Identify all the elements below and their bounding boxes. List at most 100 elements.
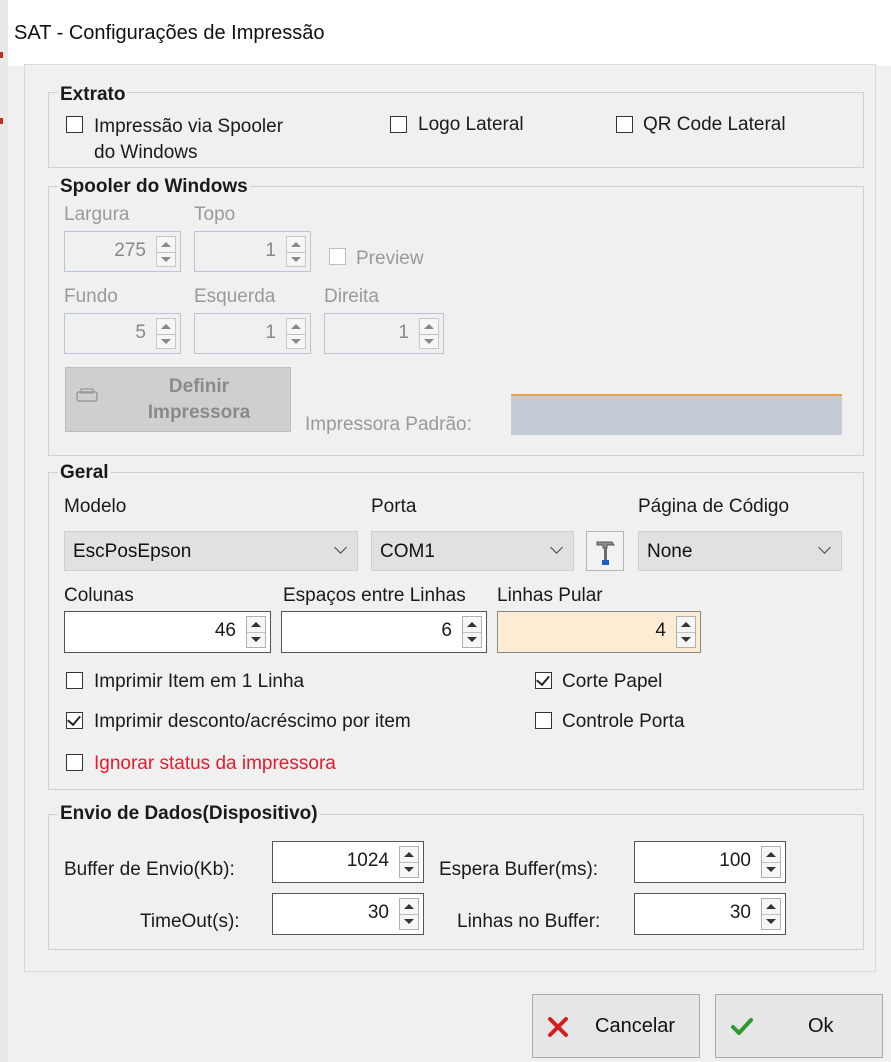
printer-icon — [76, 388, 98, 402]
spin-down-icon — [404, 919, 414, 924]
direita-spin-buttons[interactable] — [419, 318, 439, 349]
porta-label: Porta — [371, 496, 417, 517]
cancel-label: Cancelar — [595, 1015, 676, 1037]
linhas-buffer-value: 30 — [729, 902, 751, 923]
topo-label: Topo — [194, 204, 236, 225]
linhas-buffer-label: Linhas no Buffer: — [457, 911, 601, 932]
modelo-select[interactable]: EscPosEpson — [64, 531, 358, 571]
definir-impressora-button[interactable]: Definir Impressora — [65, 367, 291, 432]
topo-spin-buttons[interactable] — [286, 236, 306, 267]
spin-up-icon — [291, 242, 301, 247]
timeout-value: 30 — [367, 902, 389, 923]
spooler-checkbox[interactable] — [66, 116, 83, 133]
desconto-label[interactable]: Imprimir desconto/acréscimo por item — [94, 711, 411, 733]
spin-up-icon — [766, 852, 776, 857]
preview-checkbox[interactable] — [329, 248, 346, 265]
colunas-label: Colunas — [64, 585, 134, 606]
buffer-envio-spin-buttons[interactable] — [399, 846, 419, 878]
ok-button[interactable]: Ok — [715, 994, 883, 1058]
direita-stepper[interactable]: 1 — [324, 313, 444, 354]
spin-down-icon — [681, 637, 691, 642]
ignorar-status-label[interactable]: Ignorar status da impressora — [94, 753, 336, 775]
geral-label: Geral — [58, 462, 111, 484]
spin-down-icon — [404, 867, 414, 872]
spin-up-icon — [404, 904, 414, 909]
checkmark-icon — [731, 1018, 753, 1035]
esquerda-stepper[interactable]: 1 — [194, 313, 311, 354]
spin-down-icon — [161, 338, 171, 344]
extrato-label: Extrato — [58, 84, 128, 106]
espacos-stepper[interactable]: 6 — [281, 611, 487, 653]
logo-lateral-label[interactable]: Logo Lateral — [418, 114, 524, 136]
desconto-checkbox[interactable] — [66, 711, 83, 729]
spin-up-icon — [161, 324, 171, 329]
colunas-value: 46 — [214, 620, 236, 641]
spin-down-icon — [161, 256, 171, 262]
espera-buffer-value: 100 — [719, 850, 751, 871]
esquerda-value: 1 — [265, 322, 276, 343]
pagina-codigo-value: None — [647, 541, 693, 562]
espera-buffer-stepper[interactable]: 100 — [634, 841, 786, 883]
logo-lateral-checkbox[interactable] — [390, 116, 407, 133]
espacos-spin-buttons[interactable] — [462, 616, 482, 648]
qr-lateral-label[interactable]: QR Code Lateral — [643, 114, 786, 136]
spin-up-icon — [424, 324, 434, 329]
spooler-checkbox-label[interactable]: Impressão via Spooler do Windows — [94, 114, 283, 166]
fundo-spin-buttons[interactable] — [156, 318, 176, 349]
spin-up-icon — [404, 852, 414, 857]
ok-label: Ok — [808, 1015, 834, 1037]
buffer-envio-stepper[interactable]: 1024 — [272, 841, 424, 883]
espera-buffer-label: Espera Buffer(ms): — [439, 859, 599, 880]
buffer-envio-value: 1024 — [346, 850, 389, 871]
fundo-stepper[interactable]: 5 — [64, 313, 181, 354]
linhas-pular-spin-buttons[interactable] — [676, 616, 696, 648]
definir-line2: Impressora — [147, 402, 251, 423]
timeout-stepper[interactable]: 30 — [272, 893, 424, 935]
item-1-linha-label[interactable]: Imprimir Item em 1 Linha — [94, 671, 304, 693]
corte-papel-checkbox[interactable] — [535, 671, 552, 689]
porta-value: COM1 — [380, 541, 435, 562]
impressora-padrao-label: Impressora Padrão: — [305, 414, 472, 435]
spooler-label-line2: do Windows — [94, 142, 198, 163]
background-marker — [0, 118, 3, 124]
pagina-codigo-select[interactable]: None — [638, 531, 842, 571]
largura-stepper[interactable]: 275 — [64, 231, 181, 272]
espera-buffer-spin-buttons[interactable] — [761, 846, 781, 878]
ignorar-status-checkbox[interactable] — [66, 754, 83, 771]
porta-select[interactable]: COM1 — [371, 531, 574, 571]
qr-lateral-checkbox[interactable] — [616, 116, 633, 133]
largura-spin-buttons[interactable] — [156, 236, 176, 267]
linhas-pular-value: 4 — [655, 620, 666, 641]
corte-papel-label[interactable]: Corte Papel — [562, 671, 662, 693]
direita-value: 1 — [398, 322, 409, 343]
preview-label[interactable]: Preview — [356, 248, 424, 270]
fundo-label: Fundo — [64, 286, 118, 307]
envio-label: Envio de Dados(Dispositivo) — [58, 803, 320, 825]
cancel-button[interactable]: Cancelar — [532, 994, 700, 1058]
spin-up-icon — [467, 622, 477, 627]
esquerda-spin-buttons[interactable] — [286, 318, 306, 349]
spin-up-icon — [161, 242, 171, 247]
largura-value: 275 — [114, 240, 146, 261]
controle-porta-label[interactable]: Controle Porta — [562, 711, 685, 733]
linhas-pular-stepper[interactable]: 4 — [497, 611, 701, 653]
linhas-buffer-stepper[interactable]: 30 — [634, 893, 786, 935]
topo-stepper[interactable]: 1 — [194, 231, 311, 272]
definir-impressora-label: Definir Impressora — [124, 374, 274, 426]
controle-porta-checkbox[interactable] — [535, 712, 552, 729]
spin-down-icon — [766, 867, 776, 872]
linhas-pular-label: Linhas Pular — [497, 585, 603, 606]
definir-line1: Definir — [168, 376, 230, 397]
colunas-spin-buttons[interactable] — [246, 616, 266, 648]
item-1-linha-checkbox[interactable] — [66, 672, 83, 689]
spin-down-icon — [291, 256, 301, 262]
esquerda-label: Esquerda — [194, 286, 276, 307]
timeout-spin-buttons[interactable] — [399, 898, 419, 930]
timeout-label: TimeOut(s): — [140, 911, 240, 932]
chevron-down-icon — [818, 541, 831, 554]
colunas-stepper[interactable]: 46 — [64, 611, 271, 653]
linhas-buffer-spin-buttons[interactable] — [761, 898, 781, 930]
configure-port-button[interactable] — [586, 531, 624, 571]
chevron-down-icon — [334, 541, 347, 554]
window-title: SAT - Configurações de Impressão — [14, 22, 325, 44]
